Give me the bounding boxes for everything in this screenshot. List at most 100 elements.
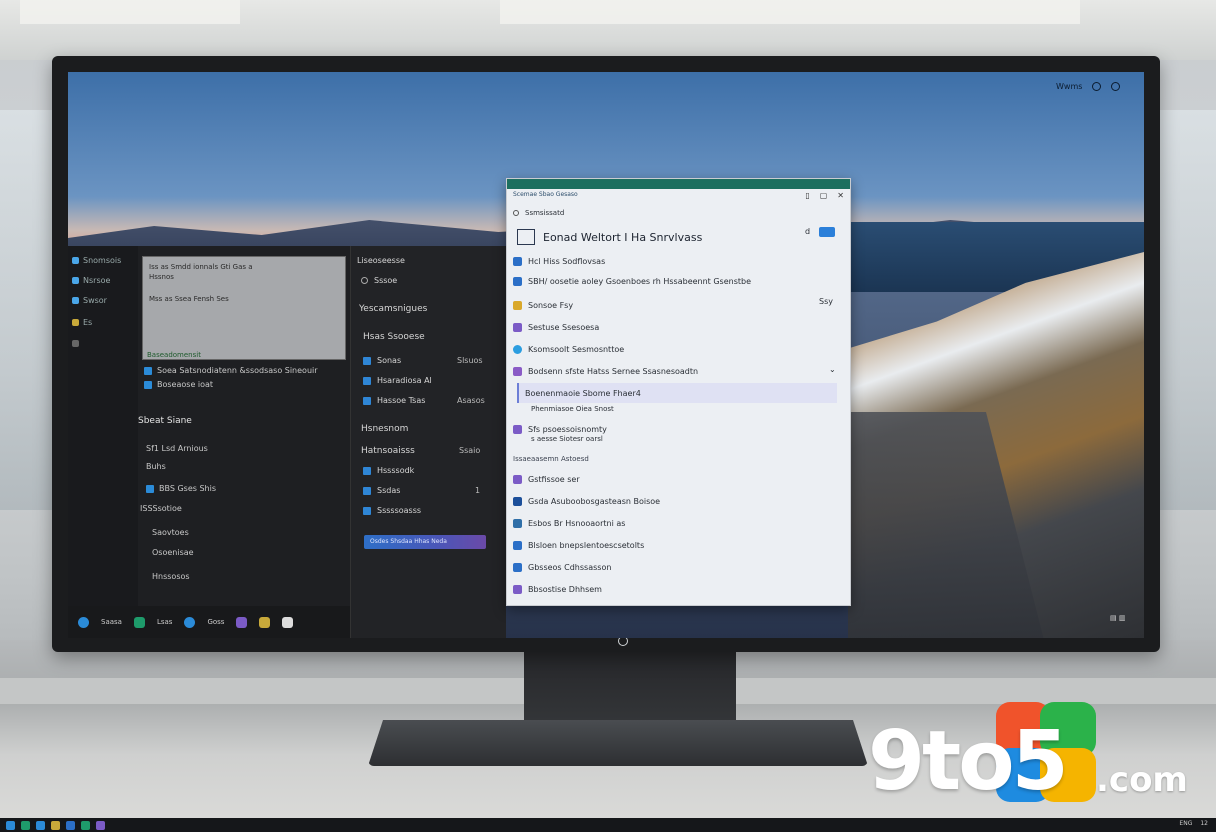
close-icon[interactable]: ✕ <box>837 191 844 200</box>
list-item[interactable]: Gbsseos Cdhssasson <box>513 563 611 572</box>
list-item[interactable]: Sonas <box>363 356 401 365</box>
section-title: Hsnesnom <box>361 424 409 434</box>
list-item[interactable]: Hsaradiosa Al <box>363 376 432 385</box>
language-indicator[interactable]: ENG <box>1179 820 1192 827</box>
app-icon[interactable] <box>96 820 105 830</box>
list-item-sub: s aesse Siotesr oarsl <box>531 435 603 443</box>
list-item[interactable]: Ssdas <box>363 486 400 495</box>
list-item[interactable]: Bbsostise Dhhsem <box>513 585 602 594</box>
blind-right <box>500 0 1080 24</box>
app-icon <box>363 356 371 365</box>
list-item[interactable]: Bodsenn sfste Hatss Sernee Ssasnesoadtn <box>513 367 698 376</box>
preview-line: Mss as Ssea Fensh Ses <box>149 295 229 303</box>
section-title: Hatnsoaisss <box>361 446 415 456</box>
list-item[interactable]: Hssssodk <box>363 466 414 475</box>
system-tray: Wwms <box>1056 82 1121 91</box>
list-item[interactable]: Sestuse Ssesoesa <box>513 323 599 332</box>
app-icon[interactable] <box>259 616 271 628</box>
app-icon[interactable] <box>133 616 145 628</box>
list-item[interactable]: Saovtoes <box>152 528 189 537</box>
preview-line: Hssnos <box>149 273 174 281</box>
start-icon[interactable] <box>78 616 89 628</box>
window-title: Scemae Sbao Gesaso <box>513 191 578 198</box>
section-heading: Issaeaasemn Astoesd <box>513 455 589 463</box>
app-icon <box>146 484 154 493</box>
image-icon <box>513 519 522 528</box>
start-icon[interactable] <box>6 820 15 830</box>
circle-icon <box>513 345 522 354</box>
app-icon[interactable] <box>236 616 248 628</box>
clock[interactable]: 12 <box>1200 820 1208 827</box>
taskbar-label[interactable]: Goss <box>207 618 224 626</box>
list-item[interactable]: Hnssosos <box>152 572 190 581</box>
app-icon[interactable] <box>66 820 75 830</box>
mail-icon <box>513 563 522 572</box>
settings-icon[interactable] <box>1111 82 1121 91</box>
folder-icon <box>513 541 522 550</box>
list-item[interactable]: Hassoe Tsas <box>363 396 425 405</box>
nav-item-1[interactable]: Snomsois <box>72 256 121 265</box>
list-item[interactable]: Buhs <box>146 462 166 471</box>
section-title: Yescamsnigues <box>359 304 428 314</box>
restore-icon[interactable]: ▢ <box>820 191 828 200</box>
list-item-value: 1 <box>475 486 481 495</box>
list-item-value: Slsuos <box>457 356 483 365</box>
preview-footer: Baseadomensit <box>147 351 201 359</box>
list-item-value: Asasos <box>457 396 485 405</box>
taskbar-label[interactable]: Lsas <box>157 618 172 626</box>
wifi-icon[interactable] <box>1092 82 1102 91</box>
side-window-left <box>0 110 52 510</box>
brand-suffix: .com <box>1096 760 1188 800</box>
left-nav: Snomsois Nsrsoe Swsor Es <box>68 246 138 638</box>
cloud-icon[interactable] <box>819 227 835 237</box>
app-icon[interactable] <box>81 820 90 830</box>
list-item[interactable]: Hcl Hiss Sodflovsas <box>513 257 605 266</box>
taskbar: Saasa Lsas Goss <box>68 606 350 638</box>
list-item[interactable]: Sssssoasss <box>363 506 421 515</box>
note-icon <box>513 585 522 594</box>
app-icon[interactable] <box>36 820 45 830</box>
title-bar[interactable] <box>507 179 850 189</box>
list-item[interactable]: Sfs psoessoisnomty <box>513 425 607 434</box>
app-icon <box>144 380 152 389</box>
app-icon <box>363 506 371 515</box>
list-item[interactable]: Gstfissoe ser <box>513 475 580 484</box>
list-item[interactable]: Soea Satsnodiatenn &ssodsaso Sineouir <box>144 366 318 375</box>
host-taskbar <box>0 818 1216 832</box>
app-icon[interactable] <box>21 820 30 830</box>
list-item[interactable]: Blsloen bnepslentoescsetolts <box>513 541 644 550</box>
list-item[interactable]: Sf1 Lsd Arnious <box>146 444 208 453</box>
list-item[interactable]: Gsda Asuboobosgasteasn Boisoe <box>513 497 660 506</box>
list-item[interactable]: BBS Gses Shis <box>146 484 216 493</box>
app-icon <box>72 257 79 264</box>
monitor-stand-neck <box>524 652 736 730</box>
app-icon[interactable] <box>51 820 60 830</box>
search-field[interactable]: Ssmsissatd <box>513 209 564 217</box>
list-item[interactable]: Ksomsoolt Sesmosnttoe <box>513 345 624 354</box>
preview-pane: Iss as Smdd ionnals Gti Gas a Hssnos Mss… <box>142 256 346 360</box>
nav-item-3[interactable]: Swsor <box>72 296 107 305</box>
list-item[interactable]: ISSSsotioe <box>140 504 182 513</box>
page-title: Eonad Weltort I Ha Snrvlvass <box>517 229 702 245</box>
taskbar-label[interactable]: Saasa <box>101 618 122 626</box>
list-item[interactable]: Boseaose ioat <box>144 380 213 389</box>
list-item[interactable]: Sonsoe Fsy <box>513 301 573 310</box>
grid-icon <box>513 277 522 286</box>
list-item[interactable]: Osoenisae <box>152 548 194 557</box>
brand-logo: 9to5 .com <box>868 700 1198 810</box>
edge-icon[interactable] <box>184 616 196 628</box>
chevron-down-icon[interactable]: ⌄ <box>829 365 836 374</box>
action-button[interactable]: Osdes Shsdaa Hhas Neda <box>364 535 486 549</box>
nav-item-5[interactable] <box>72 340 79 347</box>
doc-icon <box>513 475 522 484</box>
list-item[interactable]: Esbos Br Hsnooaortni as <box>513 519 625 528</box>
list-item[interactable]: SBH/ oosetie aoley Gsoenboes rh Hssabeen… <box>513 277 751 286</box>
nav-item-2[interactable]: Nsrsoe <box>72 276 110 285</box>
search-icon <box>513 210 519 216</box>
selected-list-item[interactable]: Boenenmaoie Sbome Fhaer4 <box>517 383 837 403</box>
middle-column: Liseoseesse Sssoe Yescamsnigues Hsas Sso… <box>350 246 506 638</box>
app-icon[interactable] <box>282 616 294 628</box>
nav-item-4[interactable]: Es <box>72 318 92 327</box>
search-field[interactable]: Sssoe <box>361 276 397 285</box>
copy-icon[interactable]: ▯ <box>805 191 809 200</box>
